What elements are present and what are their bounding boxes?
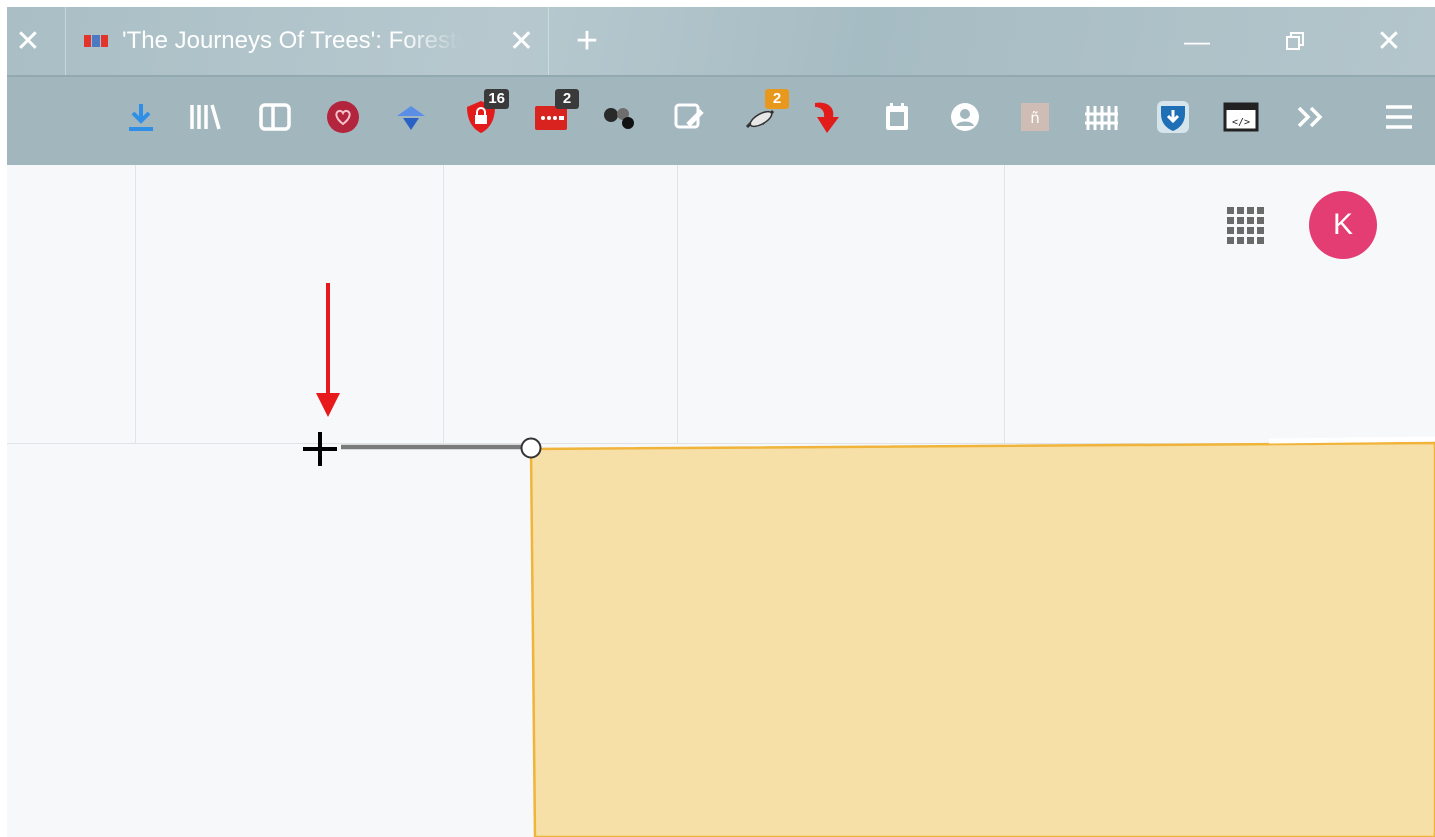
notes-icon[interactable] (877, 97, 917, 137)
sidebar-icon[interactable] (255, 97, 295, 137)
close-icon[interactable]: ✕ (7, 7, 49, 75)
blue-extension-icon[interactable] (391, 97, 431, 137)
browser-window: ✕ 'The Journeys Of Trees': Forests ✕ + —… (7, 7, 1435, 837)
active-tab[interactable]: 'The Journeys Of Trees': Forests ✕ (65, 7, 549, 75)
window-close-icon[interactable]: ✕ (1359, 7, 1419, 75)
red-arrow-extension-icon[interactable] (807, 97, 847, 137)
tab-title: 'The Journeys Of Trees': Forests (122, 27, 462, 54)
svg-text:</>: </> (1232, 117, 1250, 128)
restore-icon[interactable] (1265, 7, 1325, 75)
pocket-icon[interactable] (323, 97, 363, 137)
password-extension-icon[interactable]: 2 (531, 89, 579, 137)
npr-favicon-icon (84, 35, 108, 47)
tile-extension-icon[interactable]: ñ (1015, 97, 1055, 137)
tab-close-icon[interactable]: ✕ (509, 7, 534, 75)
overflow-chevrons-icon[interactable] (1291, 97, 1331, 137)
shield-badge: 16 (484, 89, 509, 109)
svg-text:ñ: ñ (1030, 109, 1040, 127)
shape-edge-highlight (1268, 436, 1435, 444)
page-content: K (7, 165, 1435, 837)
mouse-gesture-icon[interactable]: 2 (741, 89, 789, 137)
library-icon[interactable] (185, 97, 225, 137)
minimize-icon[interactable]: — (1167, 7, 1227, 75)
vertex-handle[interactable] (520, 437, 542, 459)
molecule-extension-icon[interactable] (599, 97, 639, 137)
drawing-canvas[interactable] (7, 165, 1435, 837)
edit-screenshot-icon[interactable] (669, 97, 709, 137)
fence-extension-icon[interactable] (1081, 97, 1121, 137)
annotation-arrow-icon (316, 283, 340, 417)
drawn-polygon-shape[interactable] (529, 441, 1435, 837)
account-circle-icon[interactable] (945, 97, 985, 137)
navigation-toolbar: 16 2 2 ñ </> (7, 75, 1435, 167)
download-icon[interactable] (121, 97, 161, 137)
crosshair-cursor-icon (303, 432, 337, 466)
hamburger-menu-icon[interactable] (1379, 97, 1419, 137)
shield-download-icon[interactable] (1153, 97, 1193, 137)
tab-strip: ✕ 'The Journeys Of Trees': Forests ✕ + —… (7, 7, 1435, 75)
password-badge: 2 (555, 89, 579, 109)
gesture-badge: 2 (765, 89, 789, 109)
new-tab-plus-icon[interactable]: + (567, 7, 607, 75)
shield-lock-extension-icon[interactable]: 16 (461, 89, 509, 137)
code-window-icon[interactable]: </> (1221, 97, 1261, 137)
